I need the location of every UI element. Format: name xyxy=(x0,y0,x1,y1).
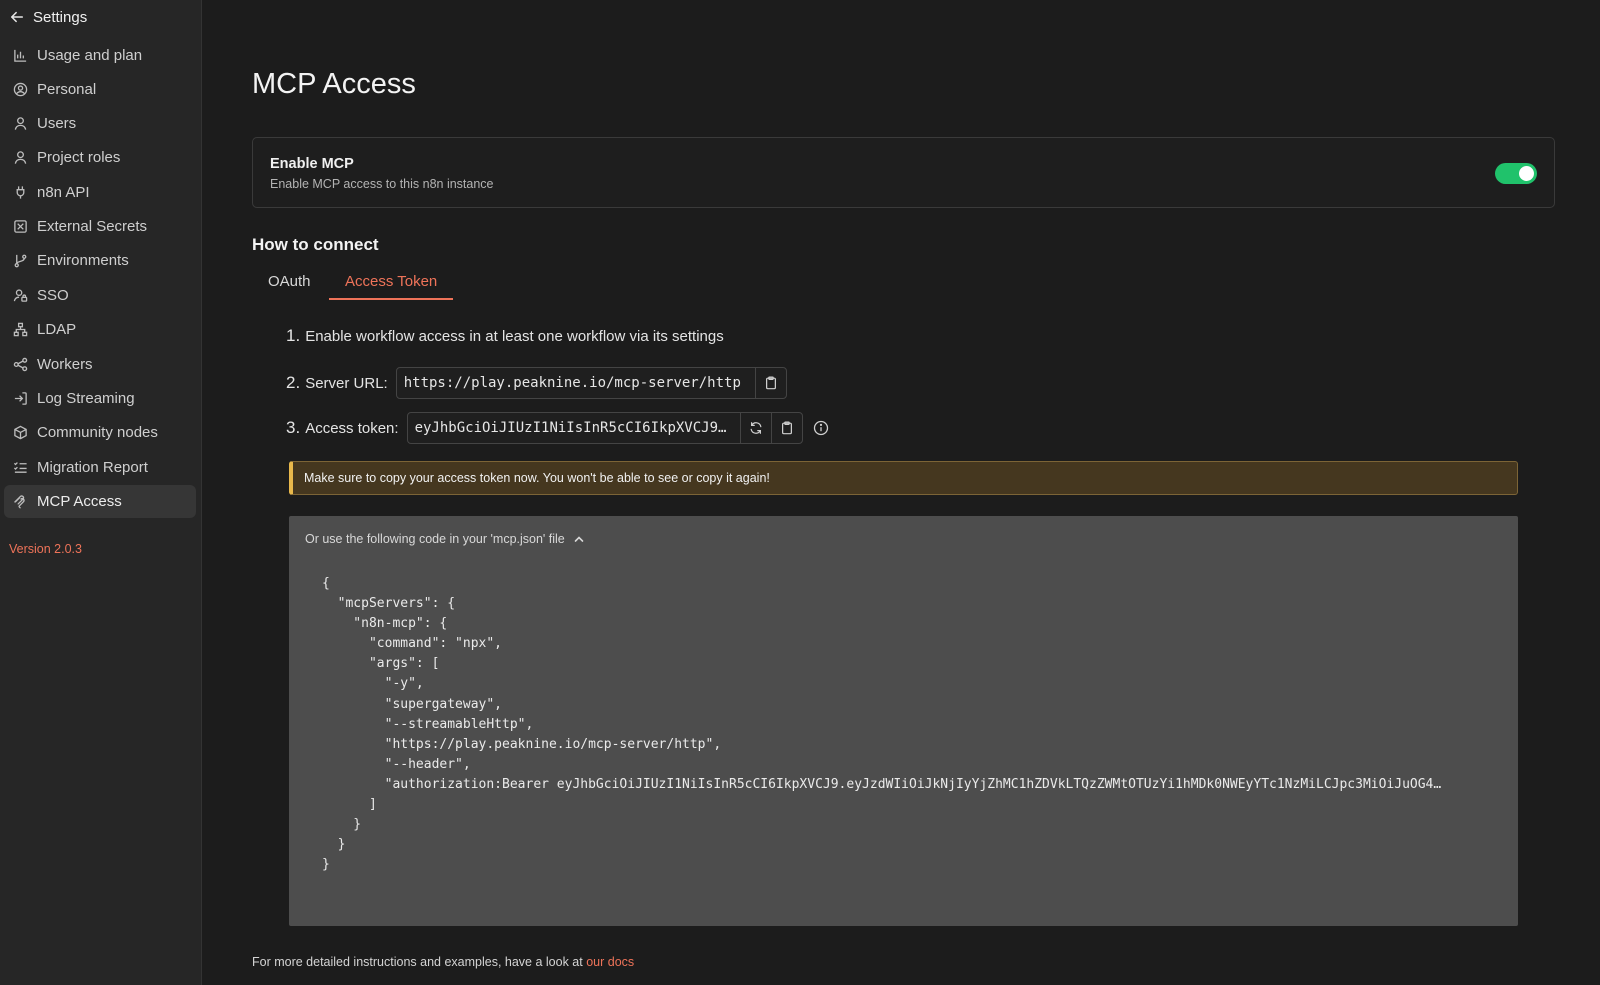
back-to-settings[interactable]: Settings xyxy=(10,6,87,28)
clipboard-icon xyxy=(765,376,776,390)
sidebar-item-external-secrets[interactable]: External Secrets xyxy=(4,210,196,243)
sidebar-item-ldap[interactable]: LDAP xyxy=(4,313,196,346)
access-token-value[interactable]: eyJhbGciOiJIUzI1NiIsInR5cCI6IkpXVCJ9… xyxy=(408,413,741,443)
sidebar-item-project-roles[interactable]: Project roles xyxy=(4,141,196,174)
sidebar-item-label: Project roles xyxy=(37,149,121,166)
user-icon xyxy=(12,116,28,132)
list-check-icon xyxy=(12,460,28,476)
enable-mcp-title: Enable MCP xyxy=(270,156,354,172)
workflow-icon xyxy=(12,357,28,373)
sidebar-item-label: Community nodes xyxy=(37,424,158,441)
sidebar-item-workers[interactable]: Workers xyxy=(4,348,196,381)
network-icon xyxy=(12,322,28,338)
log-in-icon xyxy=(12,391,28,407)
sidebar-item-label: Log Streaming xyxy=(37,390,135,407)
sidebar-item-label: MCP Access xyxy=(37,493,122,510)
step-3: 3. Access token: eyJhbGciOiJIUzI1NiIsInR… xyxy=(286,412,829,444)
sidebar-item-personal[interactable]: Personal xyxy=(4,73,196,106)
step-number: 3. xyxy=(286,418,301,437)
footer-text: For more detailed instructions and examp… xyxy=(252,955,587,969)
vault-icon xyxy=(12,219,28,235)
chart-icon xyxy=(12,48,28,64)
sidebar-item-environments[interactable]: Environments xyxy=(4,244,196,277)
mcp-icon xyxy=(12,494,28,510)
enable-mcp-toggle[interactable] xyxy=(1495,163,1537,184)
plug-icon xyxy=(12,185,28,201)
step-2: 2. Server URL: https://play.peaknine.io/… xyxy=(286,367,787,399)
copy-access-token-button[interactable] xyxy=(771,413,802,443)
version-label: Version 2.0.3 xyxy=(9,542,82,556)
step-number: 1. xyxy=(286,326,301,345)
user-lock-icon xyxy=(12,288,28,304)
token-warning-callout: Make sure to copy your access token now.… xyxy=(289,461,1518,495)
tab-access-token[interactable]: Access Token xyxy=(329,268,454,300)
step-1-text: Enable workflow access in at least one w… xyxy=(305,327,724,345)
sidebar-item-label: Personal xyxy=(37,81,97,98)
sidebar-item-label: External Secrets xyxy=(37,218,148,235)
enable-mcp-subtitle: Enable MCP access to this n8n instance xyxy=(270,177,494,191)
code-panel-toggle[interactable]: Or use the following code in your 'mcp.j… xyxy=(305,532,585,546)
how-to-connect-heading: How to connect xyxy=(252,235,379,254)
sidebar-item-label: LDAP xyxy=(37,321,77,338)
sidebar-item-usage-and-plan[interactable]: Usage and plan xyxy=(4,39,196,72)
sidebar-item-community-nodes[interactable]: Community nodes xyxy=(4,416,196,449)
code-panel-header: Or use the following code in your 'mcp.j… xyxy=(305,532,565,546)
tab-oauth[interactable]: OAuth xyxy=(252,268,327,300)
mcp-json-code-panel: Or use the following code in your 'mcp.j… xyxy=(289,516,1518,926)
step-number: 2. xyxy=(286,373,301,392)
sidebar-item-mcp-access[interactable]: MCP Access xyxy=(4,485,196,518)
arrow-left-icon xyxy=(10,10,24,24)
info-icon[interactable] xyxy=(813,420,829,436)
page-title: MCP Access xyxy=(252,68,416,100)
connection-tabs: OAuth Access Token xyxy=(252,268,552,300)
copy-server-url-button[interactable] xyxy=(754,368,786,398)
docs-link[interactable]: our docs xyxy=(586,955,634,969)
server-url-field: https://play.peaknine.io/mcp-server/http xyxy=(395,367,787,399)
sidebar-item-label: n8n API xyxy=(37,184,90,201)
sidebar-item-sso[interactable]: SSO xyxy=(4,279,196,312)
toggle-knob xyxy=(1519,166,1534,181)
access-token-label: Access token: xyxy=(305,419,399,437)
sidebar-item-migration-report[interactable]: Migration Report xyxy=(4,451,196,484)
access-token-field: eyJhbGciOiJIUzI1NiIsInR5cCI6IkpXVCJ9… xyxy=(406,412,804,444)
sidebar-item-label: Environments xyxy=(37,252,129,269)
regenerate-token-button[interactable] xyxy=(740,413,771,443)
clipboard-icon xyxy=(782,421,793,435)
sidebar-item-n8n-api[interactable]: n8n API xyxy=(4,176,196,209)
box-icon xyxy=(12,425,28,441)
settings-sidebar: Settings Usage and plan Personal Users P… xyxy=(0,0,202,985)
refresh-icon xyxy=(751,422,762,434)
sidebar-item-label: Migration Report xyxy=(37,459,148,476)
enable-mcp-card: Enable MCP Enable MCP access to this n8n… xyxy=(252,137,1555,208)
user-circle-icon xyxy=(12,82,28,98)
server-url-value[interactable]: https://play.peaknine.io/mcp-server/http xyxy=(397,368,755,398)
sidebar-item-log-streaming[interactable]: Log Streaming xyxy=(4,382,196,415)
git-branch-icon xyxy=(12,253,28,269)
sidebar-item-label: Workers xyxy=(37,356,93,373)
sidebar-item-label: Usage and plan xyxy=(37,47,143,64)
mcp-json-code[interactable]: { "mcpServers": { "n8n-mcp": { "command"… xyxy=(322,574,1502,875)
chevron-up-icon xyxy=(574,536,584,542)
sidebar-item-label: Users xyxy=(37,115,77,132)
user-icon xyxy=(12,150,28,166)
sidebar-item-users[interactable]: Users xyxy=(4,107,196,140)
step-1: 1. Enable workflow access in at least on… xyxy=(286,326,724,346)
back-label: Settings xyxy=(33,8,88,26)
footer-help: For more detailed instructions and examp… xyxy=(252,955,634,969)
sidebar-item-label: SSO xyxy=(37,287,69,304)
server-url-label: Server URL: xyxy=(305,374,388,392)
